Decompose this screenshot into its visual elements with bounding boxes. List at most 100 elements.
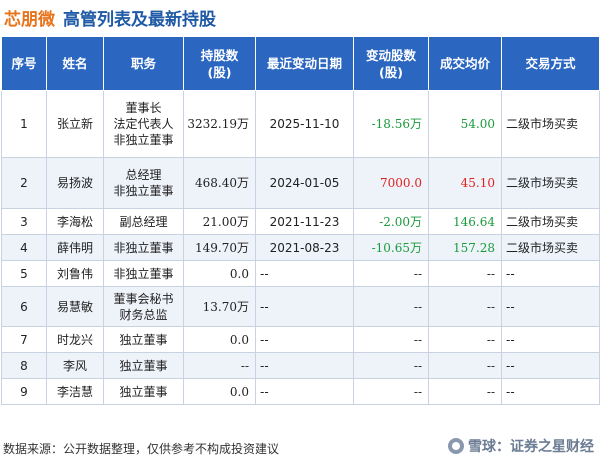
cell-name: 薛伟明 [46, 234, 104, 261]
cell-shares: 13.70万 [183, 286, 256, 327]
header-col-date: 最近变动日期 [255, 36, 354, 91]
cell-price: 157.28 [428, 234, 502, 261]
title-line: 独立董事 [119, 358, 168, 373]
cell-title: 副总经理 [103, 208, 184, 235]
cell-no: 6 [1, 286, 47, 327]
cell-date: -- [255, 378, 354, 405]
cell-name: 易扬波 [46, 157, 104, 209]
cell-date: -- [255, 326, 354, 353]
cell-title: 董事长法定代表人非独立董事 [103, 90, 184, 158]
cell-title: 非独立董事 [103, 260, 184, 287]
title-line: 总经理 [125, 168, 162, 182]
company-name: 芯朋微 [4, 9, 55, 30]
title-line: 非独立董事 [113, 184, 174, 198]
table-row: 7 时龙兴 独立董事 0.0 -- -- -- -- [1, 326, 600, 353]
cell-shares: 0.0 [183, 378, 256, 405]
cell-no: 2 [1, 157, 47, 209]
cell-name: 张立新 [46, 90, 104, 158]
cell-no: 9 [1, 378, 47, 405]
brand-text: 雪球：证券之星财经 [468, 439, 594, 455]
cell-shares: 468.40万 [183, 157, 256, 209]
title-line: 财务总监 [119, 307, 168, 322]
cell-price: 45.10 [428, 157, 502, 209]
cell-date: 2021-11-23 [255, 208, 354, 235]
cell-title: 独立董事 [103, 352, 184, 379]
title-line: 非独立董事 [113, 266, 174, 281]
header-col-name: 姓名 [46, 36, 104, 91]
cell-title: 独立董事 [103, 378, 184, 405]
cell-title: 独立董事 [103, 326, 184, 353]
cell-method: 二级市场买卖 [501, 234, 600, 261]
cell-date: -- [255, 286, 354, 327]
cell-name: 刘鲁伟 [46, 260, 104, 287]
cell-shares: 0.0 [183, 326, 256, 353]
cell-shares: 21.00万 [183, 208, 256, 235]
title-line: 董事长 [125, 101, 162, 115]
cell-title: 非独立董事 [103, 234, 184, 261]
cell-title: 董事会秘书 财务总监 [103, 286, 184, 327]
table-row: 3 李海松 副总经理 21.00万 2021-11-23 -2.00万 146.64 二级市场… [1, 208, 600, 235]
cell-name: 李海松 [46, 208, 104, 235]
brand-logo: 雪球：证券之星财经 [448, 436, 594, 456]
cell-change: -- [353, 286, 429, 327]
cell-method: -- [501, 260, 600, 287]
executive-table: 序号 姓名 职务 持股数 (股) 最近变动日期 变动股数 (股) 成交均价 交易方式 1 张立新 董事… [1, 36, 600, 405]
cell-method: 二级市场买卖 [501, 157, 600, 209]
page-title: 高管列表及最新持股 [63, 9, 216, 30]
table-row: 4 薛伟明 非独立董事 149.70万 2021-08-23 -10.65万 157.28 二… [1, 234, 600, 261]
header-col-method: 交易方式 [501, 36, 600, 91]
cell-method: -- [501, 286, 600, 327]
title-bar: 芯朋微 高管列表及最新持股 [4, 3, 216, 31]
cell-name: 李风 [46, 352, 104, 379]
cell-no: 7 [1, 326, 47, 353]
table-body: 1 张立新 董事长 法定代表人 非独立董事 3232.19万 2025-11-10 -18.5… [1, 90, 600, 405]
header-col-price: 成交均价 [428, 36, 502, 91]
cell-change: -- [353, 260, 429, 287]
cell-price: -- [428, 286, 502, 327]
cell-date: -- [255, 260, 354, 287]
cell-change: -2.00万 [353, 208, 429, 235]
cell-price: -- [428, 378, 502, 405]
cell-method: -- [501, 326, 600, 353]
cell-no: 1 [1, 90, 47, 158]
cell-price: 54.00 [428, 90, 502, 158]
title-line: 非独立董事 [113, 133, 174, 147]
cell-name: 李洁慧 [46, 378, 104, 405]
table-row: 1 张立新 董事长 法定代表人 非独立董事 3232.19万 2025-11-10 -18.5… [1, 90, 600, 158]
header-col-shares: 持股数 (股) [183, 36, 256, 91]
cell-price: -- [428, 352, 502, 379]
cell-name: 时龙兴 [46, 326, 104, 353]
cell-shares: 149.70万 [183, 234, 256, 261]
snowball-icon [448, 438, 464, 454]
cell-method: 二级市场买卖 [501, 90, 600, 158]
table-row: 5 刘鲁伟 非独立董事 0.0 -- -- -- -- [1, 260, 600, 287]
table-header-row: 序号 姓名 职务 持股数 (股) 最近变动日期 变动股数 (股) 成交均价 交易方式 [1, 36, 600, 91]
data-source-note: 数据来源：公开数据整理，仅供参考不构成投资建议 [3, 442, 280, 456]
cell-change: 7000.0 [353, 157, 429, 209]
cell-title: 总经理 非独立董事 [103, 157, 184, 209]
cell-method: -- [501, 352, 600, 379]
cell-price: 146.64 [428, 208, 502, 235]
cell-shares: -- [183, 352, 256, 379]
cell-price: -- [428, 260, 502, 287]
table-row: 2 易扬波 总经理 非独立董事 468.40万 2024-01-05 7000.0 45.10… [1, 157, 600, 209]
header-col-title: 职务 [103, 36, 184, 91]
cell-change: -10.65万 [353, 234, 429, 261]
cell-name: 易慧敏 [46, 286, 104, 327]
cell-date: 2025-11-10 [255, 90, 354, 158]
cell-change: -- [353, 352, 429, 379]
cell-date: -- [255, 352, 354, 379]
title-line: 独立董事 [119, 332, 168, 347]
cell-date: 2024-01-05 [255, 157, 354, 209]
title-line: 董事会秘书 [113, 291, 174, 306]
cell-price: -- [428, 326, 502, 353]
cell-no: 8 [1, 352, 47, 379]
title-line: 法定代表人 [113, 117, 174, 131]
header-col-change: 变动股数 (股) [353, 36, 429, 91]
cell-date: 2021-08-23 [255, 234, 354, 261]
cell-method: 二级市场买卖 [501, 208, 600, 235]
cell-no: 3 [1, 208, 47, 235]
table-row: 9 李洁慧 独立董事 0.0 -- -- -- -- [1, 378, 600, 405]
cell-shares: 3232.19万 [183, 90, 256, 158]
title-line: 非独立董事 [113, 240, 174, 255]
